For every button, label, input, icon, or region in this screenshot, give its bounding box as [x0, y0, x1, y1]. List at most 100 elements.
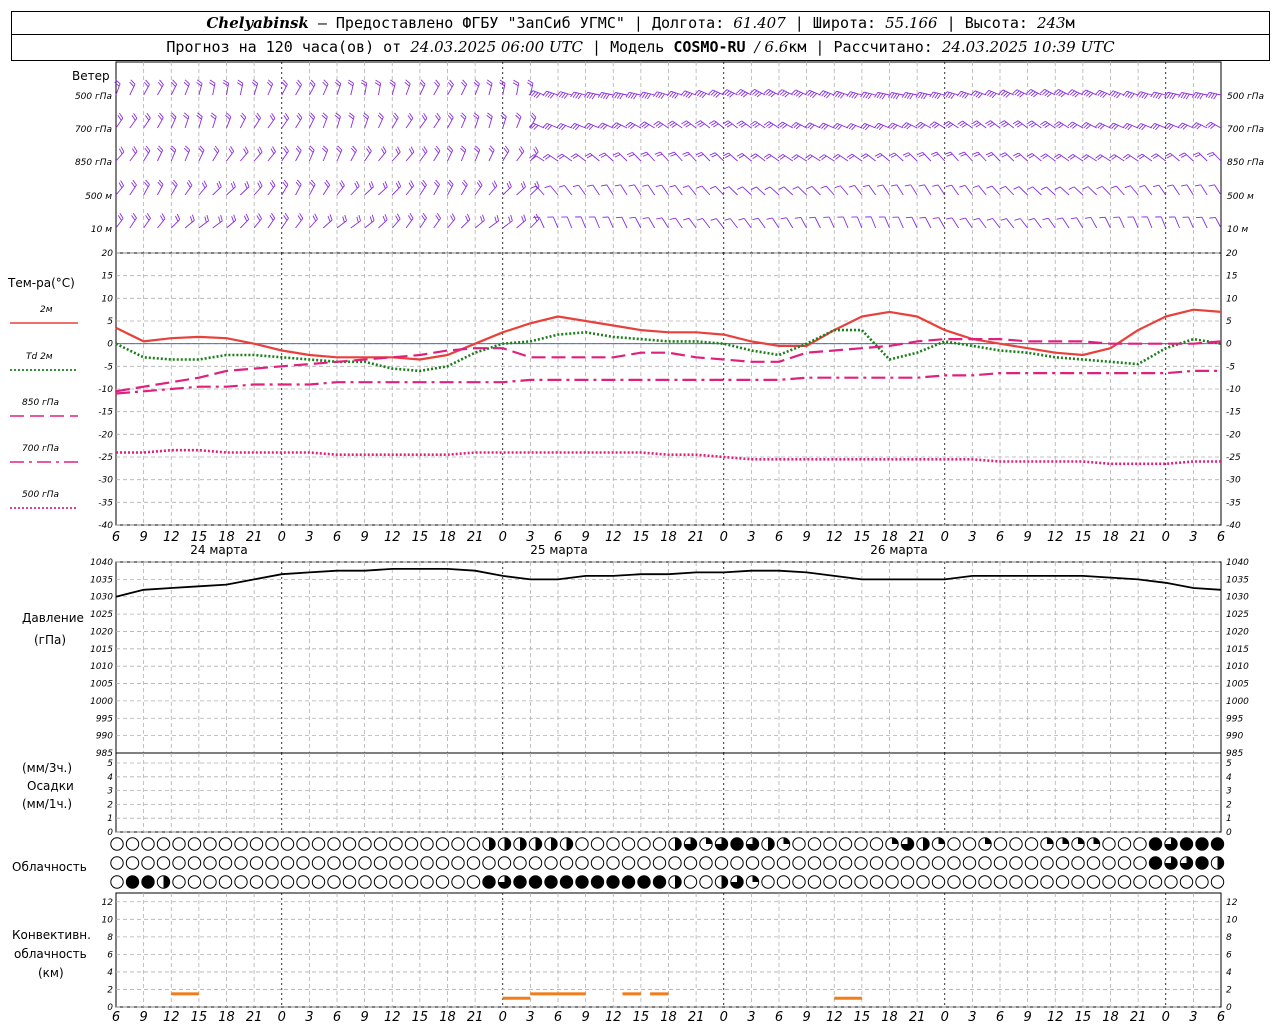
conv-xtick: 12 [384, 1010, 401, 1024]
pressure-title: Давление [22, 611, 84, 625]
wind-barb-flag [189, 216, 193, 223]
temp-xtick: 15 [633, 530, 650, 545]
wind-barb-flag [390, 79, 396, 84]
wind-barb-flag [1028, 154, 1035, 159]
cloud-cover-symbol [110, 856, 124, 870]
cloud-cover-symbol [807, 856, 822, 870]
wind-barb [129, 151, 138, 162]
wind-barb [1184, 152, 1194, 162]
wind-barb [1201, 216, 1208, 229]
wind-barb [660, 151, 669, 162]
wind-barb [170, 219, 181, 229]
wind-barb [143, 84, 150, 96]
wind-barb [239, 151, 249, 162]
wind-barb-flag [738, 154, 745, 159]
wind-barb-flag [283, 148, 288, 154]
temp-ytick-left: -35 [98, 498, 113, 508]
pressure-ytick-right: 1025 [1226, 610, 1249, 620]
wind-barb [823, 154, 835, 162]
wind-barb-flag [246, 181, 250, 187]
wind-barb [937, 184, 946, 196]
wind-barb [828, 216, 835, 229]
wind-barb-flag [327, 215, 331, 222]
wind-barb [447, 149, 454, 162]
wind-barb-flag [626, 151, 633, 156]
cloud-cover-symbol [1086, 875, 1101, 889]
cloud-cover-symbol [947, 837, 961, 851]
cloud-cover-symbol [993, 856, 1008, 870]
wind-barb [851, 153, 863, 162]
wind-barb-flag [1138, 185, 1145, 188]
wind-barb-flag [791, 154, 797, 159]
wind-barb [1104, 217, 1111, 229]
wind-barb [977, 151, 987, 162]
wind-barb-flag [407, 215, 412, 221]
cloud-cover-symbol [110, 837, 124, 851]
wind-barb-flag [1166, 154, 1173, 159]
wind-barb-flag [1099, 216, 1106, 219]
wind-barb [405, 218, 414, 229]
wind-barb [157, 150, 164, 162]
conv-ytick-left: 6 [107, 950, 113, 960]
wind-barb-flag [271, 113, 276, 119]
wind-barb-flag [806, 185, 813, 190]
wind-barb [1186, 184, 1194, 196]
wind-barb-flag [523, 214, 527, 221]
wind-barb [516, 151, 525, 162]
temp-xtick: 15 [1075, 530, 1092, 545]
wind-barb [963, 151, 973, 162]
wind-barb-flag [931, 92, 937, 98]
cloud-cover-symbol [249, 837, 264, 851]
cloud-cover-symbol [489, 837, 496, 851]
cloud-cover-symbol [373, 875, 388, 889]
cloud-cover-symbol [451, 875, 465, 889]
wind-barb [825, 185, 835, 196]
wind-barb-flag [118, 182, 123, 188]
wind-barb-flag [768, 124, 774, 129]
wind-barb [1002, 89, 1015, 96]
conv-cloud-bar [502, 996, 531, 1000]
precip-ytick-left: 1 [107, 814, 113, 824]
temp-title: Тем-ра(°C) [7, 276, 75, 290]
wind-barb-flag [846, 153, 853, 158]
cloud-cover-symbol [590, 856, 605, 870]
wind-barb [743, 218, 752, 229]
wind-barb [419, 84, 426, 96]
wind-barb [447, 84, 454, 96]
wind-barb-flag [329, 214, 333, 221]
cloud-cover-symbol [311, 875, 326, 889]
wind-barb-flag [1167, 184, 1174, 187]
conv-ytick-right: 6 [1226, 950, 1232, 960]
cloud-cover-symbol [823, 837, 837, 851]
wind-barb-flag [349, 112, 355, 117]
cloud-cover-symbol [249, 875, 264, 889]
wind-barb-flag [230, 146, 235, 152]
wind-barb-flag [409, 112, 414, 119]
wind-barb-flag [641, 92, 646, 98]
wind-barb-flag [1124, 185, 1131, 189]
cloud-cover-symbol [1211, 837, 1224, 851]
cloud-cover-symbol [234, 856, 248, 870]
wind-barb-flag [146, 212, 151, 219]
wind-barb [978, 185, 987, 196]
conv-xtick: 18 [881, 1010, 898, 1024]
cloud-cover-symbol [296, 856, 310, 870]
conv-xtick: 18 [218, 1010, 235, 1024]
cloud-cover-symbol [451, 856, 465, 870]
wind-barb-flag [586, 154, 593, 159]
temp-xtick: 12 [605, 530, 622, 545]
wind-barb-flag [1001, 121, 1007, 126]
temp-ytick-left: -25 [98, 453, 113, 463]
wind-barb [549, 185, 559, 196]
wind-barb [391, 151, 401, 162]
conv-xtick: 6 [554, 1010, 562, 1024]
wind-barb [896, 184, 904, 196]
wind-barb-flag [1013, 186, 1020, 190]
wind-barb [336, 185, 345, 196]
wind-barb [1031, 153, 1042, 162]
wind-barb-flag [961, 123, 968, 128]
wind-barb-flag [535, 213, 540, 220]
precip-ytick-left: 3 [107, 787, 113, 797]
temp-xtick: 6 [112, 530, 120, 545]
cloud-cover-symbol [1047, 837, 1054, 844]
